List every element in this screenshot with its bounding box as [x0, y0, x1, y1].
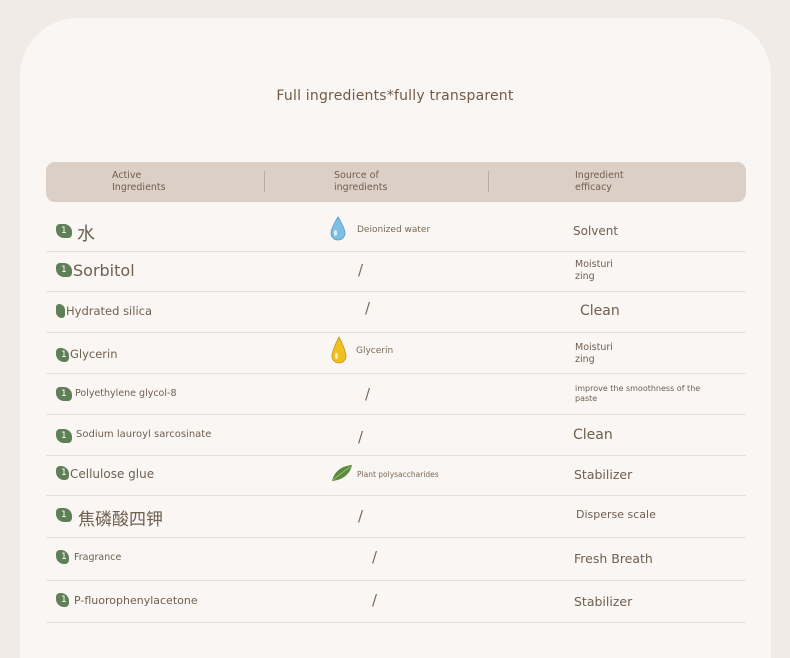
ingredient-source: Glycerin [356, 346, 394, 356]
table-row: 1 Sodium lauroyl sarcosinate / Clean [46, 415, 746, 456]
table-row: 1 Cellulose glue Plant polysaccharides S… [46, 456, 746, 496]
ingredient-source: / [365, 385, 371, 403]
page-title: Full ingredients*fully transparent [276, 88, 514, 104]
table-row: 1 水 Deionized water Solvent [46, 212, 746, 252]
ingredient-source: Deionized water [357, 225, 431, 235]
ingredient-efficacy: Moisturi zing [575, 259, 613, 282]
ingredient-efficacy: Clean [573, 427, 613, 443]
ingredient-name: P-fluorophenylacetone [74, 594, 198, 607]
header-divider [488, 171, 489, 192]
ingredient-efficacy: Stabilizer [574, 467, 633, 482]
leaf-badge-icon [56, 304, 65, 318]
table-header: Active Ingredients Source of ingredients… [46, 162, 746, 202]
ingredient-efficacy: Stabilizer [574, 594, 633, 609]
ingredient-name: 焦磷酸四钾 [78, 510, 163, 530]
table-row: Hydrated silica / Clean [46, 292, 746, 333]
ingredient-name: 水 [77, 224, 95, 245]
ingredient-source: Plant polysaccharides [357, 470, 439, 479]
oil-drop-icon [331, 336, 347, 364]
ingredient-source: / [372, 591, 378, 609]
ingredient-source: / [372, 548, 378, 566]
ingredient-name: Sodium lauroyl sarcosinate [76, 429, 212, 440]
ingredient-efficacy: Disperse scale [576, 508, 656, 521]
ingredient-source: / [358, 428, 364, 446]
ingredient-name: Cellulose glue [70, 467, 155, 481]
table-row: 1 P-fluorophenylacetone / Stabilizer [46, 581, 746, 623]
leaf-badge-icon: 1 [56, 224, 72, 238]
table-row: 1 Glycerin Glycerin Moisturi zing [46, 333, 746, 374]
ingredient-efficacy: Clean [580, 303, 620, 319]
leaf-icon [332, 465, 352, 481]
ingredient-efficacy: Fresh Breath [574, 551, 653, 566]
table-row: 1 Polyethylene glycol-8 / improve the sm… [46, 374, 746, 415]
leaf-badge-icon: 1 [56, 508, 72, 522]
leaf-badge-icon: 1 [56, 387, 72, 401]
table-row: 1 焦磷酸四钾 / Disperse scale [46, 496, 746, 538]
leaf-badge-icon: 1 [56, 466, 69, 480]
header-ingredient-efficacy: Ingredient efficacy [575, 170, 624, 193]
ingredient-efficacy: Moisturi zing [575, 342, 613, 365]
leaf-badge-icon: 1 [56, 593, 69, 607]
header-source-of-ingredients: Source of ingredients [334, 170, 388, 193]
leaf-badge-icon: 1 [56, 263, 72, 277]
header-active-ingredients: Active Ingredients [112, 170, 166, 193]
ingredient-source: / [358, 261, 364, 279]
table-row: 1 Sorbitol / Moisturi zing [46, 252, 746, 292]
ingredient-source: / [358, 507, 364, 525]
water-drop-icon [330, 216, 346, 241]
ingredient-name: Sorbitol [73, 261, 135, 280]
ingredient-efficacy: improve the smoothness of the paste [575, 384, 701, 403]
leaf-badge-icon: 1 [56, 550, 69, 564]
ingredient-efficacy: Solvent [573, 224, 619, 238]
ingredient-name: Polyethylene glycol-8 [75, 388, 177, 399]
ingredient-name: Glycerin [70, 347, 118, 361]
table-row: 1 Fragrance / Fresh Breath [46, 538, 746, 581]
ingredient-source: / [365, 299, 371, 317]
ingredient-name: Fragrance [74, 552, 122, 563]
leaf-badge-icon: 1 [56, 348, 69, 362]
ingredient-name: Hydrated silica [66, 304, 153, 318]
leaf-badge-icon: 1 [56, 429, 72, 443]
header-divider [264, 171, 265, 192]
